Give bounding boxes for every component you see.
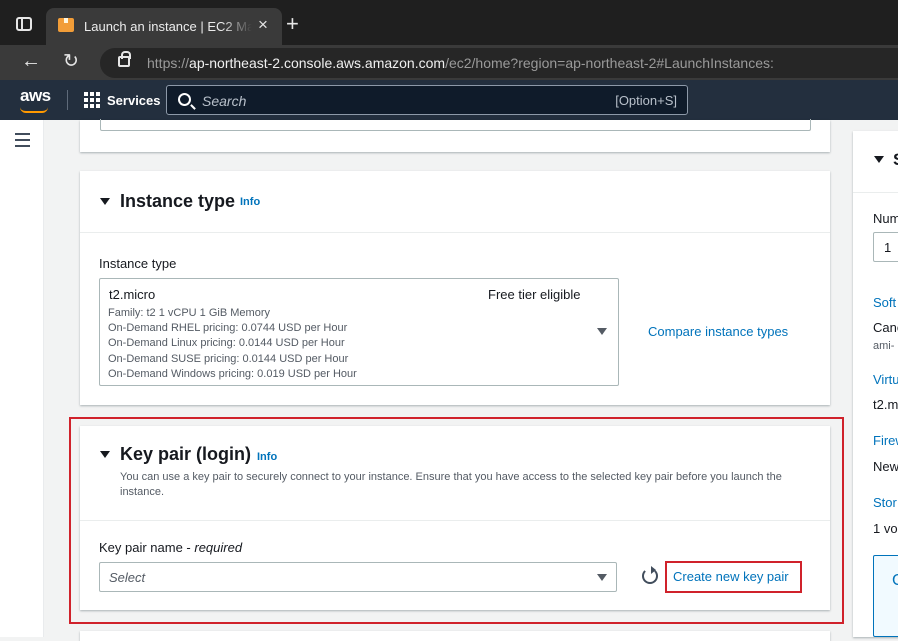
summary-panel: S Num 1 Soft Canc ami- Virtu t2.m Firew … xyxy=(853,131,898,637)
aws-top-nav: aws Services Search [Option+S] xyxy=(0,80,898,120)
storage-link[interactable]: Stor xyxy=(873,495,897,510)
create-key-pair-highlight-box xyxy=(665,561,802,593)
virtual-server-type-link[interactable]: Virtu xyxy=(873,372,898,387)
suse-pricing: On-Demand SUSE pricing: 0.0144 USD per H… xyxy=(108,353,349,365)
previous-section-panel xyxy=(80,119,830,152)
address-bar[interactable]: https://ap-northeast-2.console.aws.amazo… xyxy=(100,48,898,78)
new-tab-icon[interactable]: + xyxy=(286,13,299,35)
linux-pricing: On-Demand Linux pricing: 0.0144 USD per … xyxy=(108,337,345,349)
reload-icon[interactable]: ↻ xyxy=(63,50,79,73)
instance-type-title: Instance type xyxy=(120,191,236,211)
url-path: /ec2/home?region=ap-northeast-2#LaunchIn… xyxy=(445,55,774,71)
side-nav-rail xyxy=(0,120,44,637)
tab-title: Launch an instance | EC2 Management Cons… xyxy=(84,19,252,34)
free-tier-info-box: C xyxy=(873,555,898,637)
number-of-instances-value: 1 xyxy=(884,240,892,255)
firewall-value: New xyxy=(873,459,898,474)
software-image-link[interactable]: Soft xyxy=(873,295,896,310)
instance-type-info-link[interactable]: Info xyxy=(240,196,260,208)
nav-divider xyxy=(67,90,68,110)
services-grid-icon[interactable] xyxy=(84,92,100,108)
summary-title: S xyxy=(893,150,898,170)
search-placeholder: Search xyxy=(202,93,247,109)
software-image-value: Canc xyxy=(873,320,898,335)
storage-value: 1 vo xyxy=(873,521,898,536)
compare-instance-types-link[interactable]: Compare instance types xyxy=(648,324,788,339)
instance-family-detail: Family: t2 1 vCPU 1 GiB Memory xyxy=(108,307,270,319)
ami-id-value: ami- xyxy=(873,340,895,352)
number-of-instances-label: Num xyxy=(873,211,898,226)
info-box-text: C xyxy=(892,572,898,589)
windows-pricing: On-Demand Windows pricing: 0.019 USD per… xyxy=(108,368,357,380)
instance-type-selected: t2.micro xyxy=(109,287,156,302)
browser-nav-bar: ← ↻ https://ap-northeast-2.console.aws.a… xyxy=(0,45,898,80)
aws-logo-smile xyxy=(20,107,48,113)
back-arrow-icon[interactable]: ← xyxy=(21,50,41,73)
firewall-link[interactable]: Firew xyxy=(873,433,898,448)
services-menu-button[interactable]: Services xyxy=(107,93,161,108)
instance-type-select[interactable]: t2.micro Free tier eligible Family: t2 1… xyxy=(99,278,619,386)
next-section-panel xyxy=(80,631,830,641)
url-scheme: https:// xyxy=(147,55,190,71)
lock-icon[interactable] xyxy=(118,51,131,67)
console-search-input[interactable]: Search [Option+S] xyxy=(166,85,688,115)
rhel-pricing: On-Demand RHEL pricing: 0.0744 USD per H… xyxy=(108,322,348,334)
previous-section-field xyxy=(100,119,811,131)
aws-logo[interactable]: aws xyxy=(20,86,51,106)
instance-type-label: Instance type xyxy=(99,256,177,271)
search-shortcut-hint: [Option+S] xyxy=(615,93,677,108)
browser-tab-bar: Launch an instance | EC2 Management Cons… xyxy=(0,0,898,45)
dropdown-caret-icon[interactable] xyxy=(597,328,607,335)
summary-caret-icon[interactable] xyxy=(874,156,884,163)
browser-tab-active[interactable]: Launch an instance | EC2 Management Cons… xyxy=(46,8,282,45)
url-host: ap-northeast-2.console.aws.amazon.com xyxy=(189,55,446,71)
collapse-caret-icon[interactable] xyxy=(100,198,110,205)
search-icon xyxy=(178,93,191,106)
section-divider xyxy=(80,232,830,233)
url-text[interactable]: https://ap-northeast-2.console.aws.amazo… xyxy=(147,55,774,71)
summary-divider xyxy=(853,192,898,193)
instance-type-panel: Instance type Info Instance type t2.micr… xyxy=(80,171,830,405)
aws-favicon-icon xyxy=(58,18,74,32)
free-tier-badge: Free tier eligible xyxy=(488,287,581,302)
hamburger-menu-icon[interactable] xyxy=(15,133,30,151)
number-of-instances-input[interactable]: 1 xyxy=(873,232,898,262)
close-tab-icon[interactable]: × xyxy=(258,16,268,33)
window-menu-icon[interactable] xyxy=(16,17,32,31)
virtual-server-type-value: t2.m xyxy=(873,397,898,412)
